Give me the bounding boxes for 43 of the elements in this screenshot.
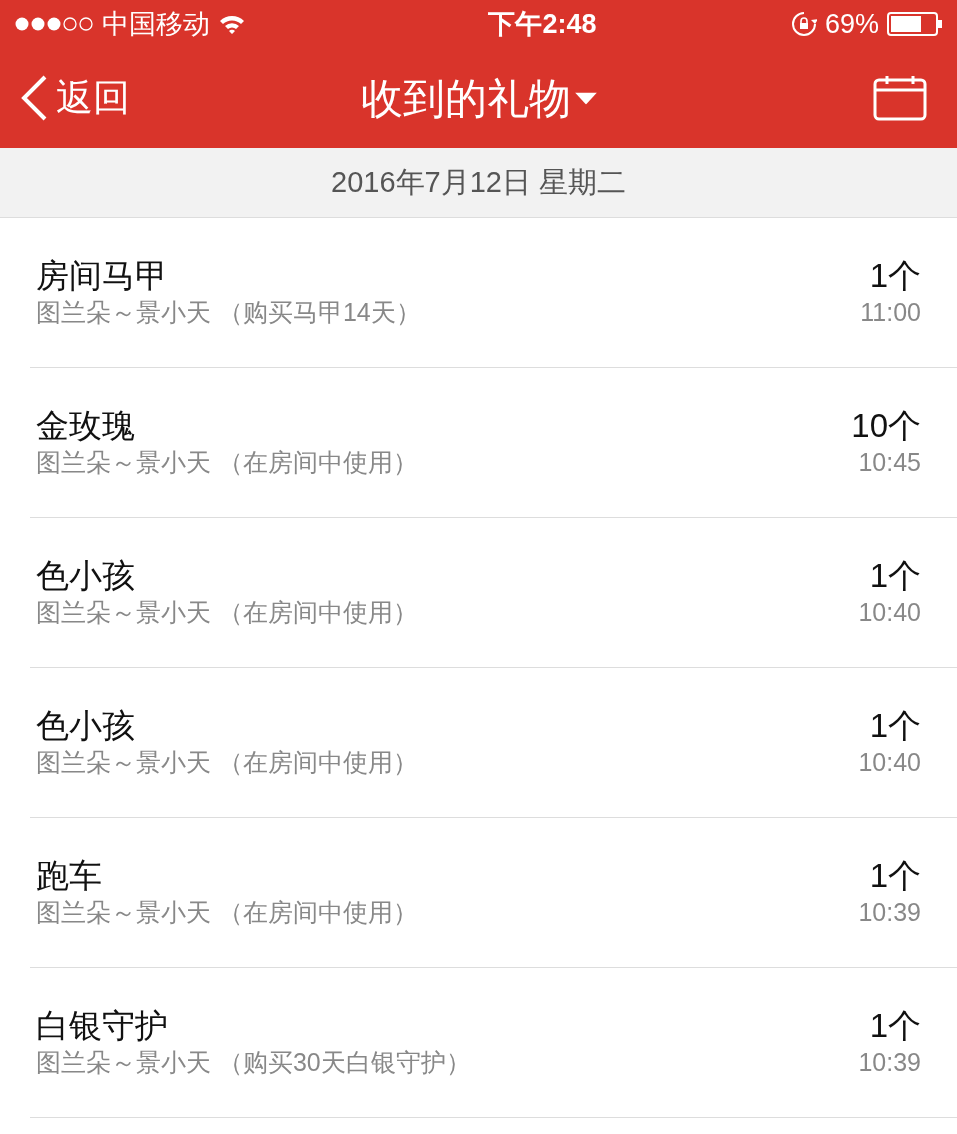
gift-time: 10:39 [858,897,921,929]
gift-row[interactable]: 白银守护 图兰朵～景小天 （购买30天白银守护） 1个 10:39 [30,968,957,1118]
gift-time: 10:40 [858,747,921,779]
battery-percent: 69% [824,7,879,41]
gift-count: 1个 [869,706,921,747]
back-button[interactable]: 返回 [20,70,130,126]
gift-sender: 图兰朵～景小天 （在房间中使用） [36,447,418,479]
gift-count: 1个 [869,556,921,597]
date-header: 2016年7月12日 星期二 [331,164,626,200]
gift-count: 1个 [869,1006,921,1047]
gift-count: 1个 [869,856,921,897]
wifi-icon [218,13,246,35]
gift-row[interactable]: 房间马甲 图兰朵～景小天 （购买马甲14天） 1个 11:00 [30,218,957,368]
gift-sender: 图兰朵～景小天 （在房间中使用） [36,597,418,629]
gift-time: 10:45 [858,447,921,479]
gift-sender: 图兰朵～景小天 （在房间中使用） [36,747,418,779]
gift-time: 10:39 [858,1047,921,1079]
gift-name: 白银守护 [36,1006,169,1047]
gift-count: 10个 [851,406,921,447]
carrier-name: 中国移动 [102,7,210,41]
gift-row[interactable]: 跑车 图兰朵～景小天 （在房间中使用） 1个 10:39 [30,818,957,968]
gift-sender: 图兰朵～景小天 （购买30天白银守护） [36,1047,471,1079]
gift-time: 10:40 [858,597,921,629]
gift-row[interactable]: 色小孩 图兰朵～景小天 （在房间中使用） 1个 10:40 [30,668,957,818]
gift-sender: 图兰朵～景小天 （在房间中使用） [36,897,418,929]
gift-name: 金玫瑰 [36,406,136,447]
page-title[interactable]: 收到的礼物 [360,66,571,130]
status-time: 下午2:48 [488,7,597,41]
calendar-icon[interactable] [873,75,927,121]
gift-name: 色小孩 [36,706,136,747]
gift-name: 房间马甲 [36,256,169,297]
gift-row[interactable]: 金玫瑰 图兰朵～景小天 （在房间中使用） 10个 10:45 [30,368,957,518]
dropdown-caret-icon[interactable] [574,92,597,104]
gift-sender: 图兰朵～景小天 （购买马甲14天） [36,297,421,329]
gift-time: 11:00 [860,297,921,329]
gift-name: 跑车 [36,856,103,897]
gift-row[interactable]: 色小孩 图兰朵～景小天 （在房间中使用） 1个 10:40 [30,518,957,668]
rotation-lock-icon [790,11,817,37]
gift-count: 1个 [869,256,921,297]
back-chevron-icon [20,75,48,121]
signal-icon [14,16,94,32]
gift-name: 色小孩 [36,556,136,597]
battery-icon [887,12,943,36]
